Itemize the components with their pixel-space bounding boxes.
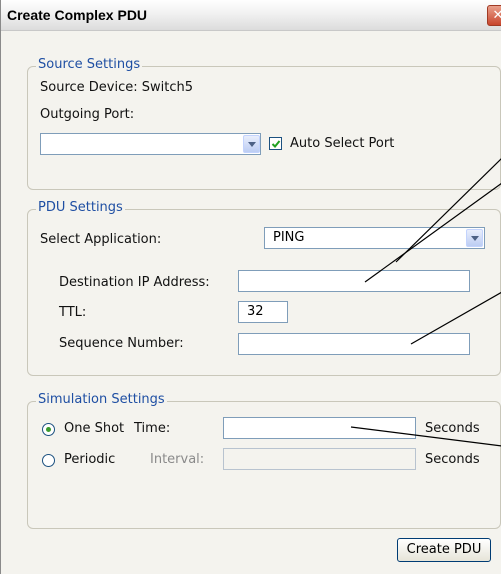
create-complex-pdu-window: Create Complex PDU ✕ Source Settings Sou… [0, 0, 501, 574]
annotation-line-4 [350, 426, 501, 447]
annotation-line-3 [410, 291, 501, 345]
annotation-line-2 [364, 182, 501, 283]
annotation-line-1 [395, 158, 501, 263]
annotation-lines [350, 158, 501, 447]
